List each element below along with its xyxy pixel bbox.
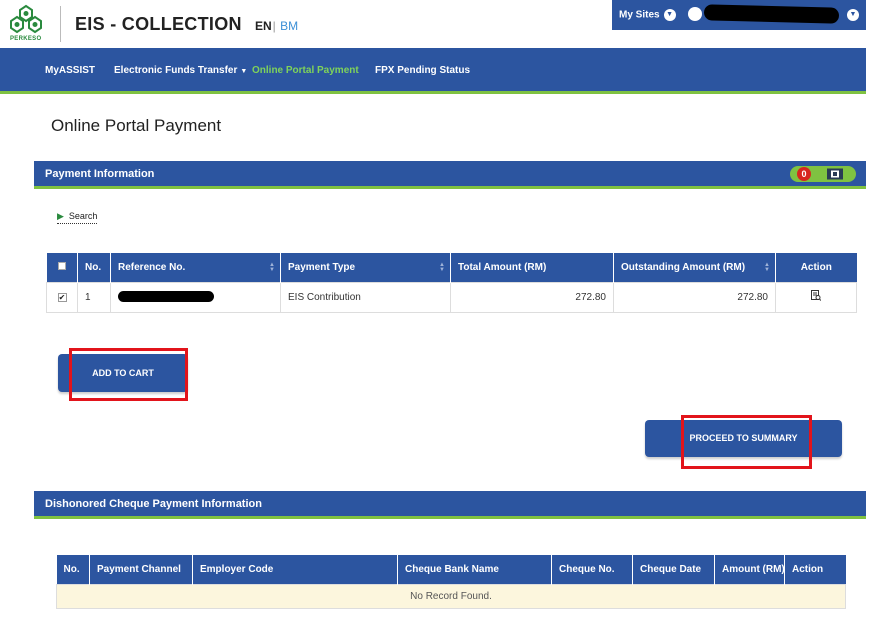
nav-item-myassist[interactable]: MyASSIST <box>45 65 95 76</box>
nav-label: Electronic Funds Transfer <box>114 65 238 76</box>
cart-icon <box>827 168 843 180</box>
user-bar: My Sites ▼ ▼ <box>612 0 866 30</box>
col-cheque-no: Cheque No. <box>551 555 633 584</box>
highlight-box-proceed <box>681 415 812 469</box>
user-avatar[interactable] <box>688 7 702 21</box>
cart-badge[interactable]: 0 <box>790 166 856 182</box>
my-sites-label: My Sites <box>619 9 660 21</box>
col-label: Outstanding Amount (RM) <box>621 261 746 273</box>
sort-icon: ▲ ▼ <box>764 262 770 273</box>
my-sites-menu[interactable]: My Sites ▼ <box>619 9 676 21</box>
col-reference-no[interactable]: Reference No. ▲ ▼ <box>110 253 281 282</box>
dishonored-table: No. Payment Channel Employer Code Cheque… <box>56 555 846 609</box>
payment-info-header: Payment Information 0 <box>34 161 866 189</box>
caret-down-icon: ▼ <box>240 68 248 75</box>
col-no: No. <box>56 555 90 584</box>
row-outstanding-amount: 272.80 <box>613 281 776 313</box>
user-menu-chevron-icon[interactable]: ▼ <box>847 9 859 21</box>
col-payment-type[interactable]: Payment Type ▲ ▼ <box>280 253 451 282</box>
col-cheque-date: Cheque Date <box>632 555 715 584</box>
table-row: ✔ 1 EIS Contribution 272.80 272.80 <box>46 281 857 313</box>
row-no: 1 <box>77 281 111 313</box>
col-no: No. <box>77 253 111 282</box>
highlight-box-add-to-cart <box>69 348 188 401</box>
col-action: Action <box>784 555 846 584</box>
row-payment-type: EIS Contribution <box>280 281 451 313</box>
col-amount: Amount (RM) <box>714 555 785 584</box>
row-reference-no <box>110 281 281 313</box>
chevron-down-icon: ▼ <box>663 9 676 21</box>
col-outstanding-amount[interactable]: Outstanding Amount (RM) ▲ ▼ <box>613 253 776 282</box>
nav-label: Online Portal Payment <box>252 65 359 76</box>
lang-bm-link[interactable]: BM <box>280 19 298 33</box>
nav-item-fpx-pending-status[interactable]: FPX Pending Status <box>375 65 470 76</box>
app-title: EIS - COLLECTION <box>75 14 242 34</box>
table-header-row: No. Payment Channel Employer Code Cheque… <box>56 555 846 584</box>
lang-en-link[interactable]: EN <box>255 19 272 33</box>
no-record-message: No Record Found. <box>56 583 846 609</box>
dishonored-cheque-header: Dishonored Cheque Payment Information <box>34 491 866 519</box>
page-title: Online Portal Payment <box>51 116 222 135</box>
col-payment-channel: Payment Channel <box>89 555 193 584</box>
redacted-reference <box>118 291 214 303</box>
select-all-header[interactable] <box>46 253 78 282</box>
nav-item-online-portal-payment[interactable]: Online Portal Payment <box>252 65 359 76</box>
header-divider <box>60 6 61 42</box>
col-label: Payment Type <box>288 261 356 273</box>
payment-table: No. Reference No. ▲ ▼ Payment Type ▲ ▼ Total… <box>46 253 857 313</box>
logo-text: PERKESO <box>10 36 42 42</box>
cart-count: 0 <box>797 167 811 181</box>
nav-label: MyASSIST <box>45 65 96 76</box>
select-all-checkbox[interactable] <box>57 261 66 270</box>
play-triangle-icon: ▶ <box>57 211 64 221</box>
panel-title: Payment Information <box>45 168 155 180</box>
col-action: Action <box>775 253 857 282</box>
header: PERKESO EIS - COLLECTION EN| BM My Sites… <box>0 0 886 48</box>
view-document-icon[interactable] <box>811 290 821 301</box>
language-switcher: EN| BM <box>255 19 298 33</box>
row-checkbox[interactable]: ✔ <box>57 292 67 302</box>
nav-item-electronic-funds-transfer[interactable]: Electronic Funds Transfer ▼ <box>114 65 247 76</box>
search-label: Search <box>68 211 98 221</box>
main-nav: MyASSIST Electronic Funds Transfer ▼ Onli… <box>0 48 866 94</box>
row-total-amount: 272.80 <box>450 281 614 313</box>
panel-title: Dishonored Cheque Payment Information <box>45 498 262 510</box>
col-cheque-bank-name: Cheque Bank Name <box>397 555 552 584</box>
col-employer-code: Employer Code <box>192 555 398 584</box>
row-action-cell <box>775 281 857 313</box>
page: PERKESO EIS - COLLECTION EN| BM My Sites… <box>0 0 886 620</box>
nav-label: FPX Pending Status <box>375 65 471 76</box>
table-header-row: No. Reference No. ▲ ▼ Payment Type ▲ ▼ Total… <box>46 253 857 282</box>
col-label: Reference No. <box>118 261 186 273</box>
table-row: No Record Found. <box>56 583 846 609</box>
sort-icon: ▲ ▼ <box>269 262 275 273</box>
sort-icon: ▲ ▼ <box>439 262 445 273</box>
row-checkbox-cell[interactable]: ✔ <box>46 281 78 313</box>
lang-separator: | <box>272 19 276 33</box>
redacted-username <box>703 4 840 24</box>
search-toggle[interactable]: ▶ Search <box>57 211 98 224</box>
col-total-amount: Total Amount (RM) <box>450 253 614 282</box>
